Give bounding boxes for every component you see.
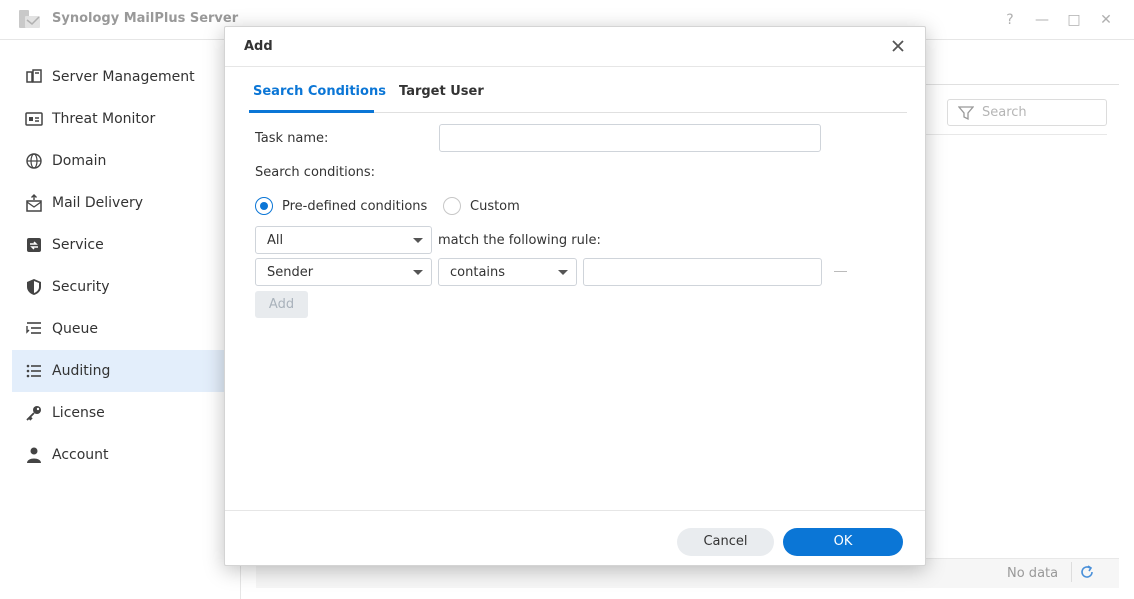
app-title: Synology MailPlus Server [52,11,239,26]
rule-field-value: Sender [267,265,314,280]
predefined-conditions-label[interactable]: Pre-defined conditions [282,199,427,214]
sidebar-item-label: Mail Delivery [52,195,143,211]
active-tab-indicator [249,110,374,113]
sidebar-item-label: License [52,405,105,421]
predefined-conditions-radio[interactable] [255,197,273,215]
sidebar: Server Management Threat Monitor Domain … [0,40,241,599]
sidebar-item-label: Service [52,237,104,253]
sidebar-item-label: Auditing [52,363,111,379]
background-header-divider [926,134,1107,135]
list-icon [24,361,44,381]
service-icon [24,235,44,255]
match-mode-select[interactable]: All [255,226,432,254]
match-mode-value: All [267,233,284,248]
search-placeholder: Search [982,105,1027,120]
sidebar-item-label: Queue [52,321,98,337]
filter-icon [958,106,974,121]
footer-separator [1071,562,1072,582]
mailplus-app-icon [19,10,40,28]
rule-value-input[interactable] [583,258,822,286]
add-task-dialog: Add Search Conditions Target User Task n… [224,26,926,566]
custom-label[interactable]: Custom [470,199,520,214]
close-icon[interactable] [889,37,907,55]
sidebar-item-queue[interactable]: Queue [12,308,241,350]
no-data-label: No data [1007,566,1059,581]
sidebar-item-threat-monitor[interactable]: Threat Monitor [12,98,241,140]
sidebar-item-mail-delivery[interactable]: Mail Delivery [12,182,241,224]
globe-icon [24,151,44,171]
server-icon [24,67,44,87]
queue-icon [24,319,44,339]
custom-radio[interactable] [443,197,461,215]
cancel-button[interactable]: Cancel [677,528,774,556]
dialog-footer-divider [225,510,925,511]
sidebar-item-security[interactable]: Security [12,266,241,308]
remove-rule-icon[interactable] [834,271,847,272]
match-rule-text: match the following rule: [438,233,601,248]
search-conditions-label: Search conditions: [255,165,376,180]
refresh-icon[interactable] [1079,564,1095,580]
tab-search-conditions[interactable]: Search Conditions [253,84,386,99]
sidebar-item-label: Domain [52,153,107,169]
ok-button[interactable]: OK [783,528,903,556]
rule-field-select[interactable]: Sender [255,258,432,286]
help-button[interactable]: ? [1000,10,1020,30]
add-rule-button[interactable]: Add [255,291,308,318]
sidebar-item-label: Security [52,279,110,295]
chevron-down-icon [413,270,423,275]
sidebar-item-account[interactable]: Account [12,434,241,476]
chevron-down-icon [413,238,423,243]
rule-operator-value: contains [450,265,506,280]
close-window-button[interactable]: ✕ [1096,10,1116,30]
sidebar-item-label: Threat Monitor [52,111,156,127]
task-name-input[interactable] [439,124,821,152]
task-name-label: Task name: [255,131,329,146]
tab-target-user[interactable]: Target User [399,84,484,99]
maximize-button[interactable]: □ [1064,10,1084,30]
person-icon [24,445,44,465]
sidebar-item-server-management[interactable]: Server Management [12,56,241,98]
dialog-title: Add [244,39,273,54]
rule-operator-select[interactable]: contains [438,258,577,286]
minimize-button[interactable]: — [1032,10,1052,30]
monitor-icon [24,109,44,129]
background-search-box[interactable]: Search [947,99,1107,126]
sidebar-item-service[interactable]: Service [12,224,241,266]
sidebar-item-label: Account [52,447,109,463]
chevron-down-icon [558,270,568,275]
sidebar-item-label: Server Management [52,69,195,85]
sidebar-item-domain[interactable]: Domain [12,140,241,182]
key-icon [24,403,44,423]
shield-icon [24,277,44,297]
sidebar-item-license[interactable]: License [12,392,241,434]
dialog-tabs: Search Conditions Target User [249,73,907,113]
sidebar-item-auditing[interactable]: Auditing [12,350,241,392]
dialog-header: Add [225,27,925,67]
mail-upload-icon [24,193,44,213]
